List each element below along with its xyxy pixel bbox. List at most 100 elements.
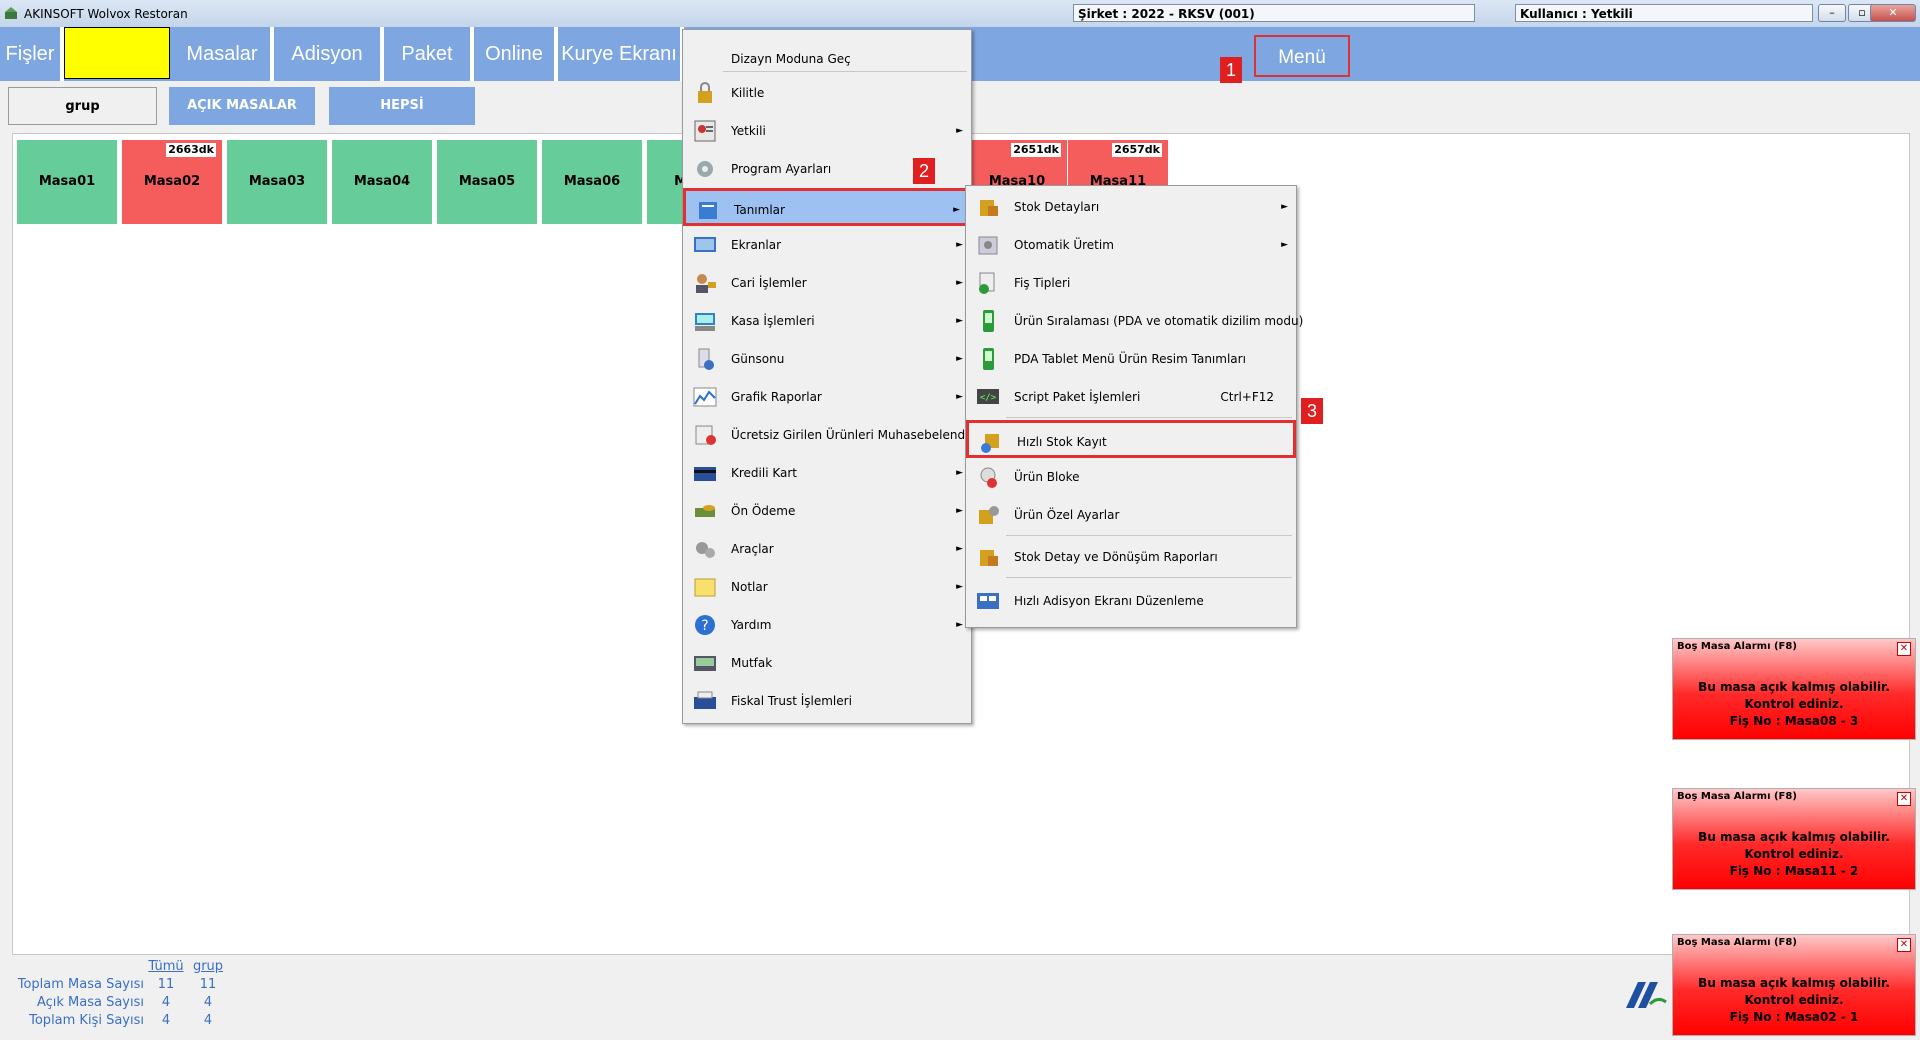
window-title: AKINSOFT Wolvox Restoran <box>24 7 188 21</box>
menu-item-on-odeme[interactable]: Ön Ödeme ► <box>683 492 971 530</box>
step-badge-1: 1 <box>1220 57 1242 83</box>
submenu-item-urun-ozel-ayarlar[interactable]: Ürün Özel Ayarlar <box>966 496 1296 534</box>
menu-item-kasa-islemleri[interactable]: Kasa İşlemleri ► <box>683 302 971 340</box>
toolbar-kurye-ekrani[interactable]: Kurye Ekranı <box>558 27 684 81</box>
submenu-arrow-icon: ► <box>956 544 963 554</box>
submenu-item-fis-tipleri[interactable]: Fiş Tipleri <box>966 264 1296 302</box>
menu-item-mutfak[interactable]: Mutfak <box>683 644 971 682</box>
submenu-item-stok-detaylari[interactable]: Stok Detayları ► <box>966 188 1296 226</box>
free-products-icon <box>695 425 716 445</box>
tanimlar-submenu: Stok Detayları ► Otomatik Üretim ► Fiş Tip… <box>965 185 1303 628</box>
shortcut-label: Ctrl+F12 <box>1220 390 1274 404</box>
stock-details-icon <box>980 200 998 216</box>
submenu-item-otomatik-uretim[interactable]: Otomatik Üretim ► <box>966 226 1296 264</box>
table-masa06[interactable]: Masa06 <box>542 140 642 224</box>
alarm-close-icon[interactable]: ✕ <box>1897 938 1911 952</box>
submenu-arrow-icon: ► <box>956 354 963 364</box>
table-name: Masa01 <box>38 174 96 189</box>
menu-item-gunsonu[interactable]: Günsonu ► <box>683 340 971 378</box>
lock-icon <box>698 82 712 103</box>
quick-bill-edit-icon <box>977 593 999 609</box>
toolbar-fisler[interactable]: Fişler <box>0 27 64 81</box>
submenu-item-stok-detay-raporlari[interactable]: Stok Detay ve Dönüşüm Raporları <box>966 538 1296 576</box>
menu-item-kilitle[interactable]: Kilitle <box>683 74 971 112</box>
table-masa04[interactable]: Masa04 <box>332 140 432 224</box>
table-name: Masa05 <box>458 174 516 189</box>
alarm-title: Boş Masa Alarmı (F8) <box>1677 641 1797 652</box>
table-name: Masa04 <box>353 174 411 189</box>
toolbar-online[interactable]: Online <box>474 27 558 81</box>
step-badge-2: 2 <box>913 158 935 184</box>
menu-item-kredili-kart[interactable]: Kredili Kart ► <box>683 454 971 492</box>
script-icon: </> <box>977 389 999 404</box>
menu-button[interactable]: Menü <box>1254 35 1350 77</box>
submenu-item-pda-tablet[interactable]: PDA Tablet Menü Ürün Resim Tanımları <box>966 340 1296 378</box>
toolbar-paket[interactable]: Paket <box>384 27 474 81</box>
table-name: Masa06 <box>563 174 621 189</box>
minimize-button[interactable]: – <box>1818 4 1846 22</box>
user-id-icon <box>694 120 716 142</box>
menu-item-grafik-raporlar[interactable]: Grafik Raporlar ► <box>683 378 971 416</box>
settings-icon <box>697 161 713 177</box>
menu-item-ucretsiz-urunler[interactable]: Ücretsiz Girilen Ürünleri Muhasebelendir <box>683 416 973 454</box>
stats-label: Açık Masa Sayısı <box>36 995 144 1010</box>
toolbar-masalar[interactable]: Masalar <box>174 27 274 81</box>
menu-item-yardim[interactable]: ? Yardım ► <box>683 606 971 644</box>
user-info: Kullanıcı : Yetkili <box>1515 4 1813 22</box>
filter-grup[interactable]: grup <box>8 87 157 125</box>
toolbar-adisyon[interactable]: Adisyon <box>274 27 384 81</box>
menu-item-notlar[interactable]: Notlar ► <box>683 568 971 606</box>
alarm-close-icon[interactable]: ✕ <box>1897 792 1911 806</box>
menu-item-fiskal-trust[interactable]: Fiskal Trust İşlemleri <box>683 682 971 720</box>
alarm-message: Bu masa açık kalmış olabilir. Kontrol ed… <box>1698 976 1890 1024</box>
alarm-close-icon[interactable]: ✕ <box>1897 642 1911 656</box>
submenu-arrow-icon: ► <box>956 582 963 592</box>
stats-header-grup[interactable]: grup <box>188 958 228 976</box>
table-name: Masa02 <box>143 174 201 189</box>
alarm-popup: Boş Masa Alarmı (F8) ✕ Bu masa açık kalm… <box>1672 638 1916 740</box>
table-masa02[interactable]: 2663dk Masa02 <box>122 140 222 224</box>
filter-acik-masalar[interactable]: AÇIK MASALAR <box>169 87 315 125</box>
fiscal-printer-icon <box>694 691 716 709</box>
alarm-message: Bu masa açık kalmış olabilir. Kontrol ed… <box>1698 830 1890 878</box>
screens-icon <box>694 237 716 252</box>
cash-register-icon <box>695 313 715 331</box>
close-button[interactable]: ✕ <box>1870 4 1916 22</box>
toolbar-yellow-button[interactable] <box>64 27 170 79</box>
menu-item-araclar[interactable]: Araçlar ► <box>683 530 971 568</box>
app-icon <box>5 7 17 19</box>
step-badge-3: 3 <box>1301 398 1323 424</box>
stats-value: 4 <box>161 995 171 1010</box>
submenu-item-script-paket[interactable]: </> Script Paket İşlemleri Ctrl+F12 <box>966 378 1296 416</box>
submenu-arrow-icon: ► <box>956 506 963 516</box>
alarm-popup: Boş Masa Alarmı (F8) ✕ Bu masa açık kalm… <box>1672 788 1916 890</box>
submenu-item-urun-siralamasi[interactable]: Ürün Sıralaması (PDA ve otomatik dizilim… <box>966 302 1303 340</box>
menu-item-tanimlar[interactable]: Tanımlar ► <box>683 188 971 226</box>
menu-item-cari-islemler[interactable]: Cari İşlemler ► <box>683 264 971 302</box>
stats-value: 4 <box>203 1013 213 1028</box>
menu-item-ekranlar[interactable]: Ekranlar ► <box>683 226 971 264</box>
stats-label: Toplam Kişi Sayısı <box>29 1013 144 1028</box>
menu-item-dizayn-modu[interactable]: Dizayn Moduna Geç <box>683 40 971 78</box>
submenu-arrow-icon: ► <box>956 468 963 478</box>
stock-report-icon <box>980 550 998 566</box>
submenu-item-hizli-stok-kayit[interactable]: Hızlı Stok Kayıt <box>966 420 1296 458</box>
submenu-item-urun-bloke[interactable]: Ürün Bloke <box>966 458 1296 496</box>
table-masa05[interactable]: Masa05 <box>437 140 537 224</box>
product-settings-icon <box>979 506 999 524</box>
submenu-item-hizli-adisyon-duzenleme[interactable]: Hızlı Adisyon Ekranı Düzenleme <box>966 582 1296 620</box>
tools-icon <box>696 542 715 558</box>
end-of-day-icon <box>698 348 714 370</box>
tablet-icon <box>983 348 994 370</box>
submenu-arrow-icon: ► <box>1281 240 1288 250</box>
notes-icon <box>694 578 716 597</box>
menu-item-yetkili[interactable]: Yetkili ► <box>683 112 971 150</box>
receipt-type-icon <box>979 272 995 294</box>
svg-text:?: ? <box>701 618 708 634</box>
table-masa-partial[interactable]: M <box>647 140 687 224</box>
stats-label: Toplam Masa Sayısı <box>17 977 144 992</box>
table-masa01[interactable]: Masa01 <box>17 140 117 224</box>
stats-header-all[interactable]: Tümü <box>146 958 186 976</box>
table-masa03[interactable]: Masa03 <box>227 140 327 224</box>
filter-hepsi[interactable]: HEPSİ <box>329 87 475 125</box>
